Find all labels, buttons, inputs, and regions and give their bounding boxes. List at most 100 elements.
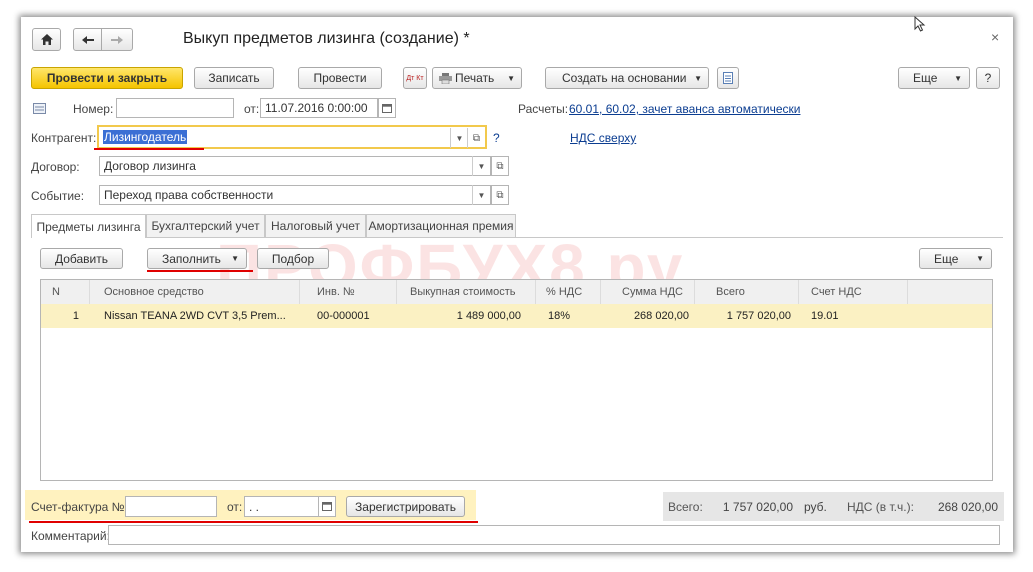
date-field[interactable]: 11.07.2016 0:00:00 xyxy=(260,98,378,118)
post-button[interactable]: Провести xyxy=(298,67,382,89)
column-header-buyout-cost[interactable]: Выкупная стоимость xyxy=(410,280,515,304)
column-header-asset[interactable]: Основное средство xyxy=(104,280,204,304)
cell-total: 1 757 020,00 xyxy=(726,310,791,322)
post-and-close-button[interactable]: Провести и закрыть xyxy=(31,67,183,89)
calendar-button[interactable] xyxy=(378,98,396,118)
counterparty-label: Контрагент: xyxy=(31,131,97,145)
dt-kt-icon: Дт Кт xyxy=(406,74,424,82)
cell-n: 1 xyxy=(72,310,79,322)
calendar-button[interactable] xyxy=(318,496,336,517)
select-button[interactable]: Подбор xyxy=(257,248,329,269)
printer-icon xyxy=(439,72,452,84)
vat-total-value: 268 020,00 xyxy=(937,500,998,514)
arrow-left-icon xyxy=(81,35,94,44)
create-based-on-label: Создать на основании xyxy=(562,71,687,85)
tab-accounting[interactable]: Бухгалтерский учет xyxy=(146,214,265,237)
counterparty-field[interactable]: Лизингодатель ▼ ⧉ xyxy=(97,125,487,149)
settlements-link[interactable]: 60.01, 60.02, зачет аванса автоматически xyxy=(569,102,800,116)
tab-depreciation-bonus[interactable]: Амортизационная премия xyxy=(366,214,516,237)
register-button[interactable]: Зарегистрировать xyxy=(346,496,465,517)
chevron-down-icon[interactable]: ▼ xyxy=(472,156,490,176)
document-icon xyxy=(723,72,733,84)
table-more-button[interactable]: Еще ▼ xyxy=(919,248,992,269)
vat-total-label: НДС (в т.ч.): xyxy=(847,500,914,514)
total-label: Всего: xyxy=(668,500,703,514)
contract-value: Договор лизинга xyxy=(104,159,196,173)
fill-button[interactable]: Заполнить ▼ xyxy=(147,248,247,269)
chevron-down-icon: ▼ xyxy=(231,254,239,263)
column-separator xyxy=(89,280,90,304)
annotation-underline xyxy=(29,521,478,523)
table-more-label: Еще xyxy=(934,251,959,266)
chevron-down-icon: ▼ xyxy=(976,254,984,263)
open-icon[interactable]: ⧉ xyxy=(491,185,509,205)
chevron-down-icon: ▼ xyxy=(507,73,515,83)
total-value: 1 757 020,00 xyxy=(722,500,793,514)
add-button[interactable]: Добавить xyxy=(40,248,123,269)
arrow-right-icon xyxy=(111,35,123,44)
counterparty-help-link[interactable]: ? xyxy=(493,131,500,145)
leasing-items-table[interactable]: N Основное средство Инв. № Выкупная стои… xyxy=(40,279,993,481)
column-header-vat-account[interactable]: Счет НДС xyxy=(811,280,862,304)
cell-vat-account: 19.01 xyxy=(811,310,839,322)
document-window: Выкуп предметов лизинга (создание) * × П… xyxy=(21,17,1013,552)
tab-leasing-items[interactable]: Предметы лизинга xyxy=(31,214,146,238)
close-icon[interactable]: × xyxy=(991,29,999,45)
comment-field[interactable] xyxy=(108,525,1000,545)
contract-field[interactable]: Договор лизинга ▼ xyxy=(99,156,491,176)
chevron-down-icon: ▼ xyxy=(954,73,962,83)
column-separator xyxy=(694,280,695,304)
column-separator xyxy=(600,280,601,304)
vat-on-top-link[interactable]: НДС сверху xyxy=(570,131,636,145)
column-separator xyxy=(798,280,799,304)
save-button[interactable]: Записать xyxy=(194,67,274,89)
invoice-number-field[interactable] xyxy=(125,496,217,517)
create-based-on-button[interactable]: Создать на основании ▼ xyxy=(545,67,709,89)
chevron-down-icon[interactable]: ▼ xyxy=(472,185,490,205)
fill-label: Заполнить xyxy=(162,251,221,266)
column-header-vat-amount[interactable]: Сумма НДС xyxy=(622,280,683,304)
currency-label: руб. xyxy=(804,500,827,514)
settlements-label: Расчеты: xyxy=(518,102,569,116)
column-separator xyxy=(299,280,300,304)
home-button[interactable] xyxy=(32,28,61,51)
invoice-date-field[interactable]: . . xyxy=(244,496,319,517)
back-button[interactable] xyxy=(73,28,102,51)
document-status-icon xyxy=(33,103,46,114)
cell-vat-rate: 18% xyxy=(548,310,571,322)
dt-kt-button[interactable]: Дт Кт xyxy=(403,67,427,89)
column-header-total[interactable]: Всего xyxy=(716,280,745,304)
number-field[interactable] xyxy=(116,98,234,118)
column-header-vat-rate[interactable]: % НДС xyxy=(546,280,582,304)
column-separator xyxy=(535,280,536,304)
tab-tax-accounting[interactable]: Налоговый учет xyxy=(265,214,366,237)
cell-vat-amount: 268 020,00 xyxy=(633,310,689,322)
chevron-down-icon: ▼ xyxy=(694,73,702,83)
column-header-n[interactable]: N xyxy=(52,280,60,304)
table-row[interactable]: 1 Nissan TEANA 2WD CVT 3,5 Prem... 00-00… xyxy=(41,304,992,328)
forward-button[interactable] xyxy=(101,28,133,51)
table-header: N Основное средство Инв. № Выкупная стои… xyxy=(41,280,992,305)
report-button[interactable] xyxy=(717,67,739,89)
event-field[interactable]: Переход права собственности ▼ xyxy=(99,185,491,205)
number-label: Номер: xyxy=(73,102,114,116)
calendar-icon xyxy=(322,502,332,511)
counterparty-value: Лизингодатель xyxy=(103,130,188,144)
mouse-cursor-icon xyxy=(914,16,926,32)
column-header-inventory[interactable]: Инв. № xyxy=(317,280,355,304)
tab-divider xyxy=(31,237,1003,238)
chevron-down-icon[interactable]: ▼ xyxy=(450,128,468,148)
annotation-underline xyxy=(147,270,253,272)
invoice-label: Счет-фактура №: xyxy=(31,500,128,514)
cell-inventory: 00-000001 xyxy=(317,310,370,322)
open-icon[interactable]: ⧉ xyxy=(491,156,509,176)
help-button[interactable]: ? xyxy=(976,67,1000,89)
more-button[interactable]: Еще ▼ xyxy=(898,67,970,89)
print-button[interactable]: Печать ▼ xyxy=(432,67,522,89)
print-label: Печать xyxy=(455,71,495,85)
date-label: от: xyxy=(244,102,260,116)
open-icon[interactable]: ⧉ xyxy=(467,128,485,148)
contract-label: Договор: xyxy=(31,160,80,174)
invoice-date-label: от: xyxy=(227,500,243,514)
cell-asset: Nissan TEANA 2WD CVT 3,5 Prem... xyxy=(104,310,286,322)
